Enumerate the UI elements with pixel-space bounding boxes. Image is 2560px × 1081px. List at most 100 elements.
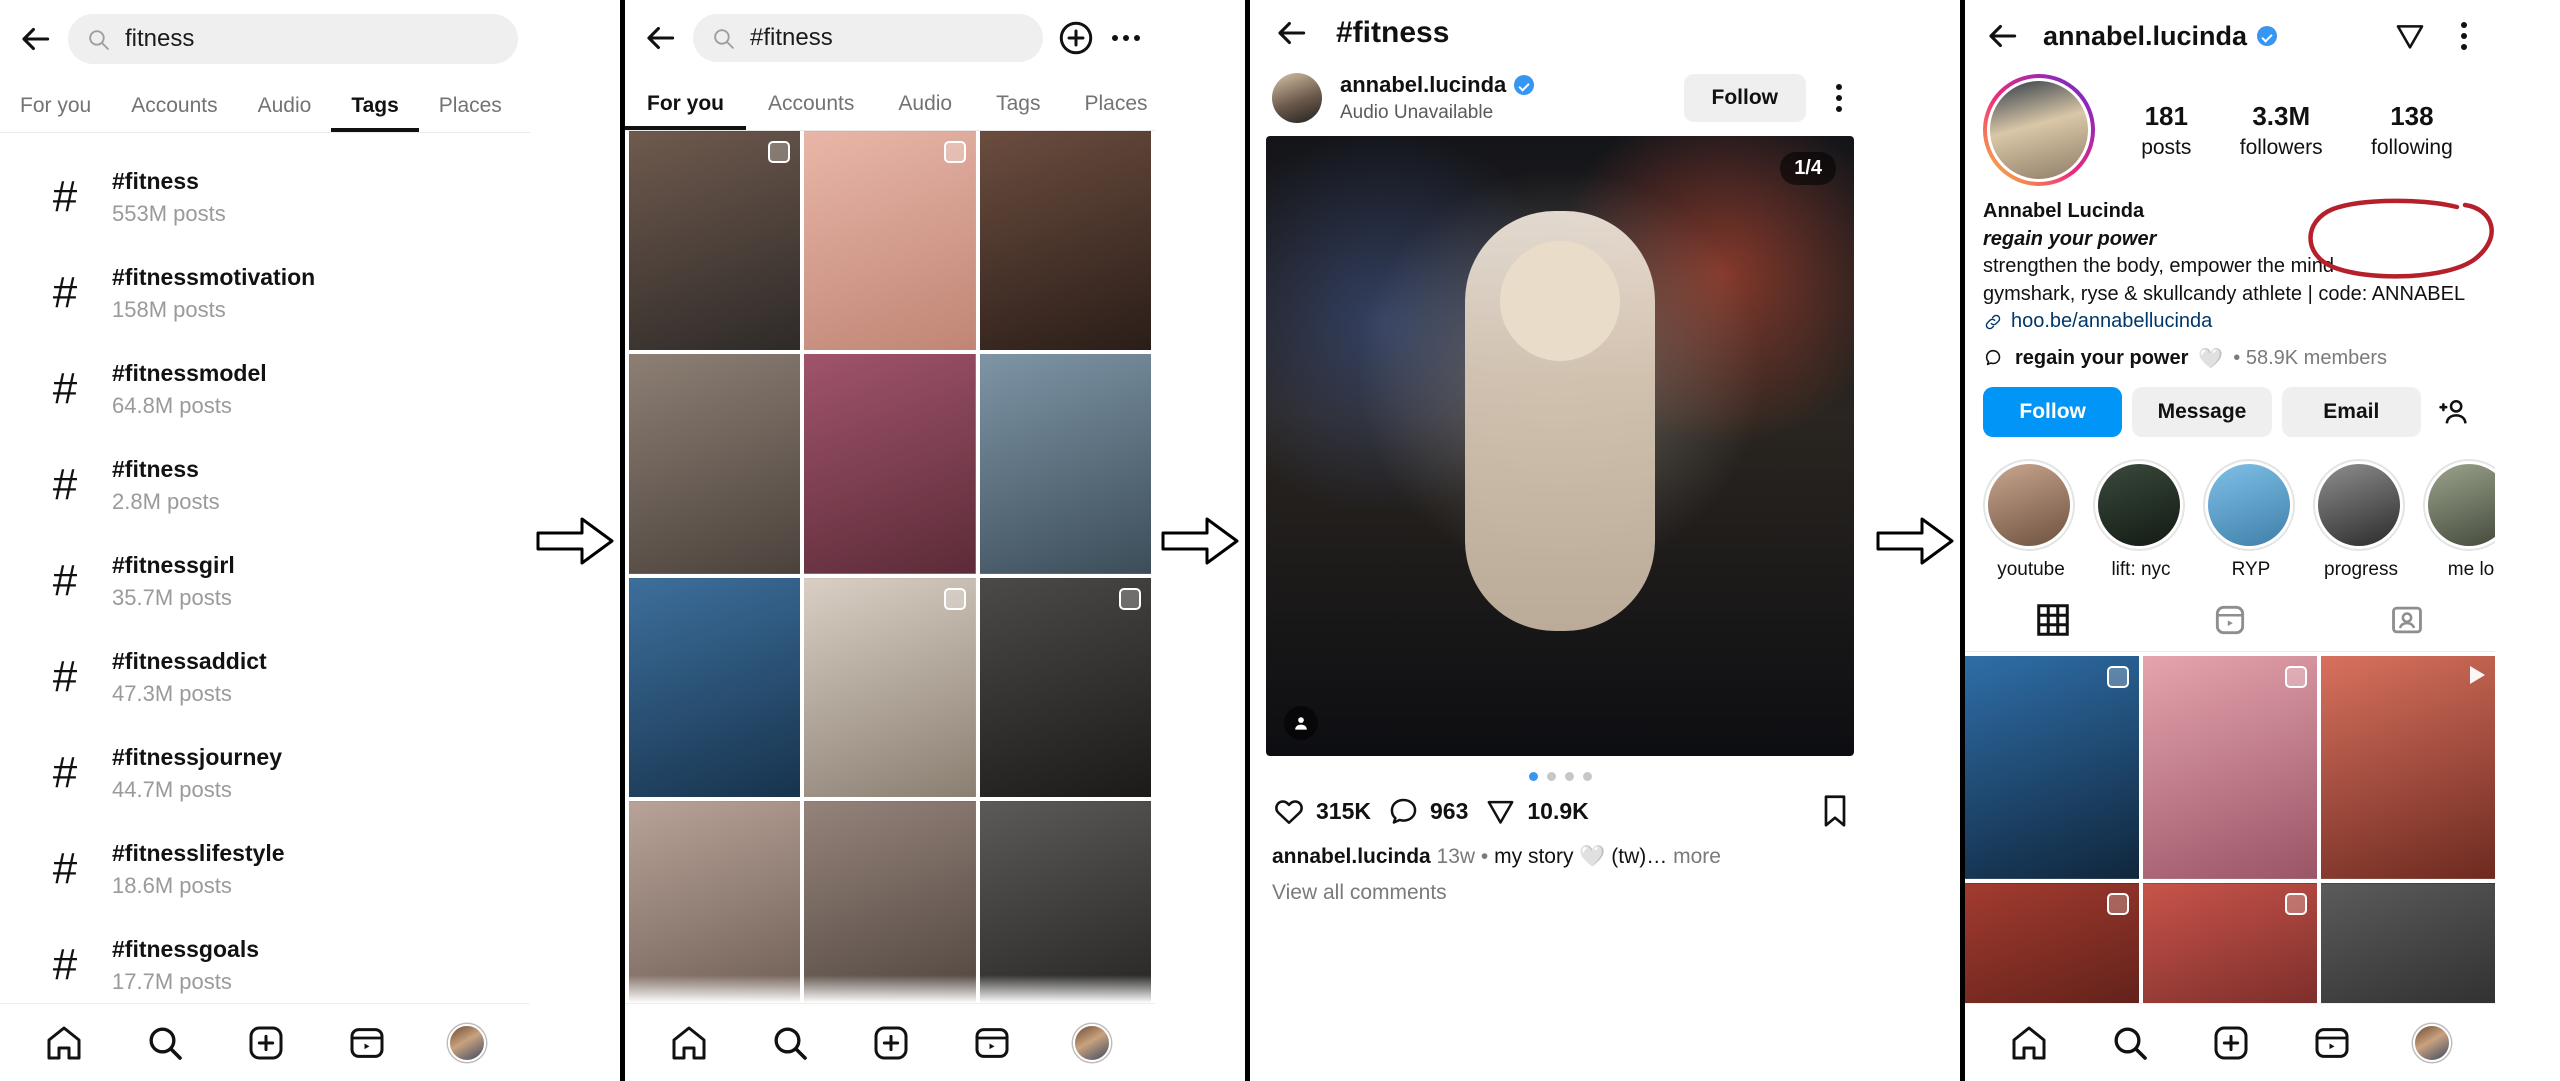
- create-icon[interactable]: [2211, 1023, 2251, 1063]
- bookmark-icon[interactable]: [1820, 793, 1850, 829]
- carousel-dot[interactable]: [1546, 772, 1556, 781]
- back-arrow-icon[interactable]: [1983, 17, 2021, 55]
- tab-places[interactable]: Places: [1062, 82, 1155, 130]
- kebab-menu-icon[interactable]: [2449, 16, 2479, 56]
- profile-summary: 181 posts 3.3M followers 138 following: [1965, 64, 2495, 190]
- reels-icon[interactable]: [2312, 1023, 2352, 1063]
- follow-button[interactable]: Follow: [1683, 74, 1806, 122]
- create-icon[interactable]: [246, 1023, 286, 1063]
- like-action[interactable]: 315K: [1272, 794, 1371, 828]
- tab-audio[interactable]: Audio: [876, 82, 974, 130]
- carousel-dot[interactable]: [1528, 772, 1538, 781]
- stat-posts[interactable]: 181 posts: [2141, 101, 2191, 160]
- home-icon[interactable]: [669, 1023, 709, 1063]
- search-icon[interactable]: [770, 1023, 810, 1063]
- profile-post-thumbnail[interactable]: [2321, 655, 2495, 879]
- view-all-comments[interactable]: View all comments: [1250, 873, 1870, 913]
- follow-button[interactable]: Follow: [1983, 386, 2123, 437]
- grid-post-thumbnail[interactable]: [804, 577, 976, 797]
- list-item[interactable]: # #fitnessgoals 17.7M posts: [0, 917, 530, 1013]
- story-highlight[interactable]: youtube: [1983, 458, 2079, 581]
- story-highlight[interactable]: RYP: [2203, 458, 2299, 581]
- add-user-icon[interactable]: [2431, 389, 2477, 435]
- profile-avatar[interactable]: [2412, 1023, 2451, 1062]
- create-icon[interactable]: [871, 1023, 911, 1063]
- home-icon[interactable]: [2009, 1023, 2049, 1063]
- carousel-dot[interactable]: [1564, 772, 1574, 781]
- home-icon[interactable]: [44, 1023, 84, 1063]
- search-icon[interactable]: [2110, 1023, 2150, 1063]
- grid-post-thumbnail[interactable]: [804, 131, 976, 351]
- story-highlight[interactable]: lift: nyc: [2093, 458, 2189, 581]
- reels-tab-icon[interactable]: [2211, 601, 2249, 639]
- list-item[interactable]: # #fitness 2.8M posts: [0, 437, 530, 533]
- share-paperplane-icon[interactable]: [2393, 19, 2427, 53]
- list-item[interactable]: # #fitnessmotivation 158M posts: [0, 245, 530, 341]
- stat-label: posts: [2141, 135, 2192, 159]
- caption-more[interactable]: more: [1673, 845, 1721, 868]
- list-item[interactable]: # #fitnessjourney 44.7M posts: [0, 725, 530, 821]
- tab-tags[interactable]: Tags: [331, 84, 418, 132]
- tag-name: #fitness: [112, 167, 199, 194]
- share-action[interactable]: 10.9K: [1484, 795, 1589, 828]
- grid-post-thumbnail[interactable]: [979, 354, 1151, 574]
- grid-post-thumbnail[interactable]: [629, 131, 801, 351]
- post-media[interactable]: 1/4: [1266, 136, 1854, 756]
- grid-post-thumbnail[interactable]: [979, 131, 1151, 351]
- search-icon[interactable]: [145, 1023, 185, 1063]
- tagged-people-icon[interactable]: [1284, 706, 1318, 740]
- profile-link[interactable]: hoo.be/annabellucinda: [2011, 308, 2212, 336]
- tab-accounts[interactable]: Accounts: [111, 84, 237, 132]
- search-input[interactable]: #fitness: [693, 14, 1043, 62]
- list-item[interactable]: # #fitness 553M posts: [0, 149, 530, 245]
- back-arrow-icon[interactable]: [16, 20, 54, 58]
- tag-count: 553M posts: [112, 200, 226, 226]
- stat-followers[interactable]: 3.3M followers: [2240, 101, 2323, 160]
- message-button[interactable]: Message: [2132, 386, 2272, 437]
- post-username-row[interactable]: annabel.lucinda: [1340, 72, 1666, 98]
- kebab-menu-icon[interactable]: [1824, 78, 1854, 118]
- grid-post-thumbnail[interactable]: [804, 354, 976, 574]
- back-arrow-icon[interactable]: [641, 19, 679, 57]
- profile-avatar[interactable]: [447, 1023, 486, 1062]
- tab-places[interactable]: Places: [419, 84, 522, 132]
- list-item[interactable]: # #fitnessmodel 64.8M posts: [0, 341, 530, 437]
- tag-count: 17.7M posts: [112, 968, 232, 994]
- avatar[interactable]: [1987, 78, 2091, 182]
- tab-audio[interactable]: Audio: [238, 84, 332, 132]
- tab-for-you[interactable]: For you: [0, 84, 111, 132]
- grid-tab-icon[interactable]: [2034, 601, 2072, 639]
- back-arrow-icon[interactable]: [1272, 14, 1310, 52]
- profile-post-thumbnail[interactable]: [1965, 655, 2139, 879]
- search-input[interactable]: fitness: [68, 14, 518, 64]
- story-highlight[interactable]: me lo: [2423, 458, 2495, 581]
- tagged-tab-icon[interactable]: [2388, 601, 2426, 639]
- reels-icon[interactable]: [972, 1023, 1012, 1063]
- share-paperplane-icon: [1487, 800, 1514, 824]
- list-item[interactable]: # #fitnesslifestyle 18.6M posts: [0, 821, 530, 917]
- comment-action[interactable]: 963: [1387, 795, 1468, 828]
- reels-icon[interactable]: [347, 1023, 387, 1063]
- highlight-label: RYP: [2231, 558, 2271, 580]
- broadcast-channel-row[interactable]: regain your power 🤍 • 58.9K members: [1965, 336, 2495, 371]
- tab-accounts[interactable]: Accounts: [746, 82, 876, 130]
- tab-reels[interactable]: Reels: [522, 84, 530, 132]
- profile-post-thumbnail[interactable]: [2143, 655, 2317, 879]
- grid-post-thumbnail[interactable]: [629, 354, 801, 574]
- profile-avatar[interactable]: [1072, 1023, 1111, 1062]
- list-item[interactable]: # #fitnessaddict 47.3M posts: [0, 629, 530, 725]
- caption-username[interactable]: annabel.lucinda: [1272, 845, 1431, 868]
- stat-following[interactable]: 138 following: [2371, 101, 2453, 160]
- story-highlight[interactable]: progress: [2313, 458, 2409, 581]
- grid-post-thumbnail[interactable]: [979, 577, 1151, 797]
- email-button[interactable]: Email: [2281, 386, 2421, 437]
- tab-tags[interactable]: Tags: [974, 82, 1062, 130]
- avatar[interactable]: [1272, 73, 1322, 123]
- add-circle-icon[interactable]: [1057, 19, 1095, 57]
- tab-for-you[interactable]: For you: [625, 82, 746, 130]
- carousel-dot[interactable]: [1582, 772, 1592, 781]
- more-horizontal-icon[interactable]: [1109, 21, 1143, 55]
- avatar-story-ring[interactable]: [1983, 74, 2095, 186]
- grid-post-thumbnail[interactable]: [629, 577, 801, 797]
- list-item[interactable]: # #fitnessgirl 35.7M posts: [0, 533, 530, 629]
